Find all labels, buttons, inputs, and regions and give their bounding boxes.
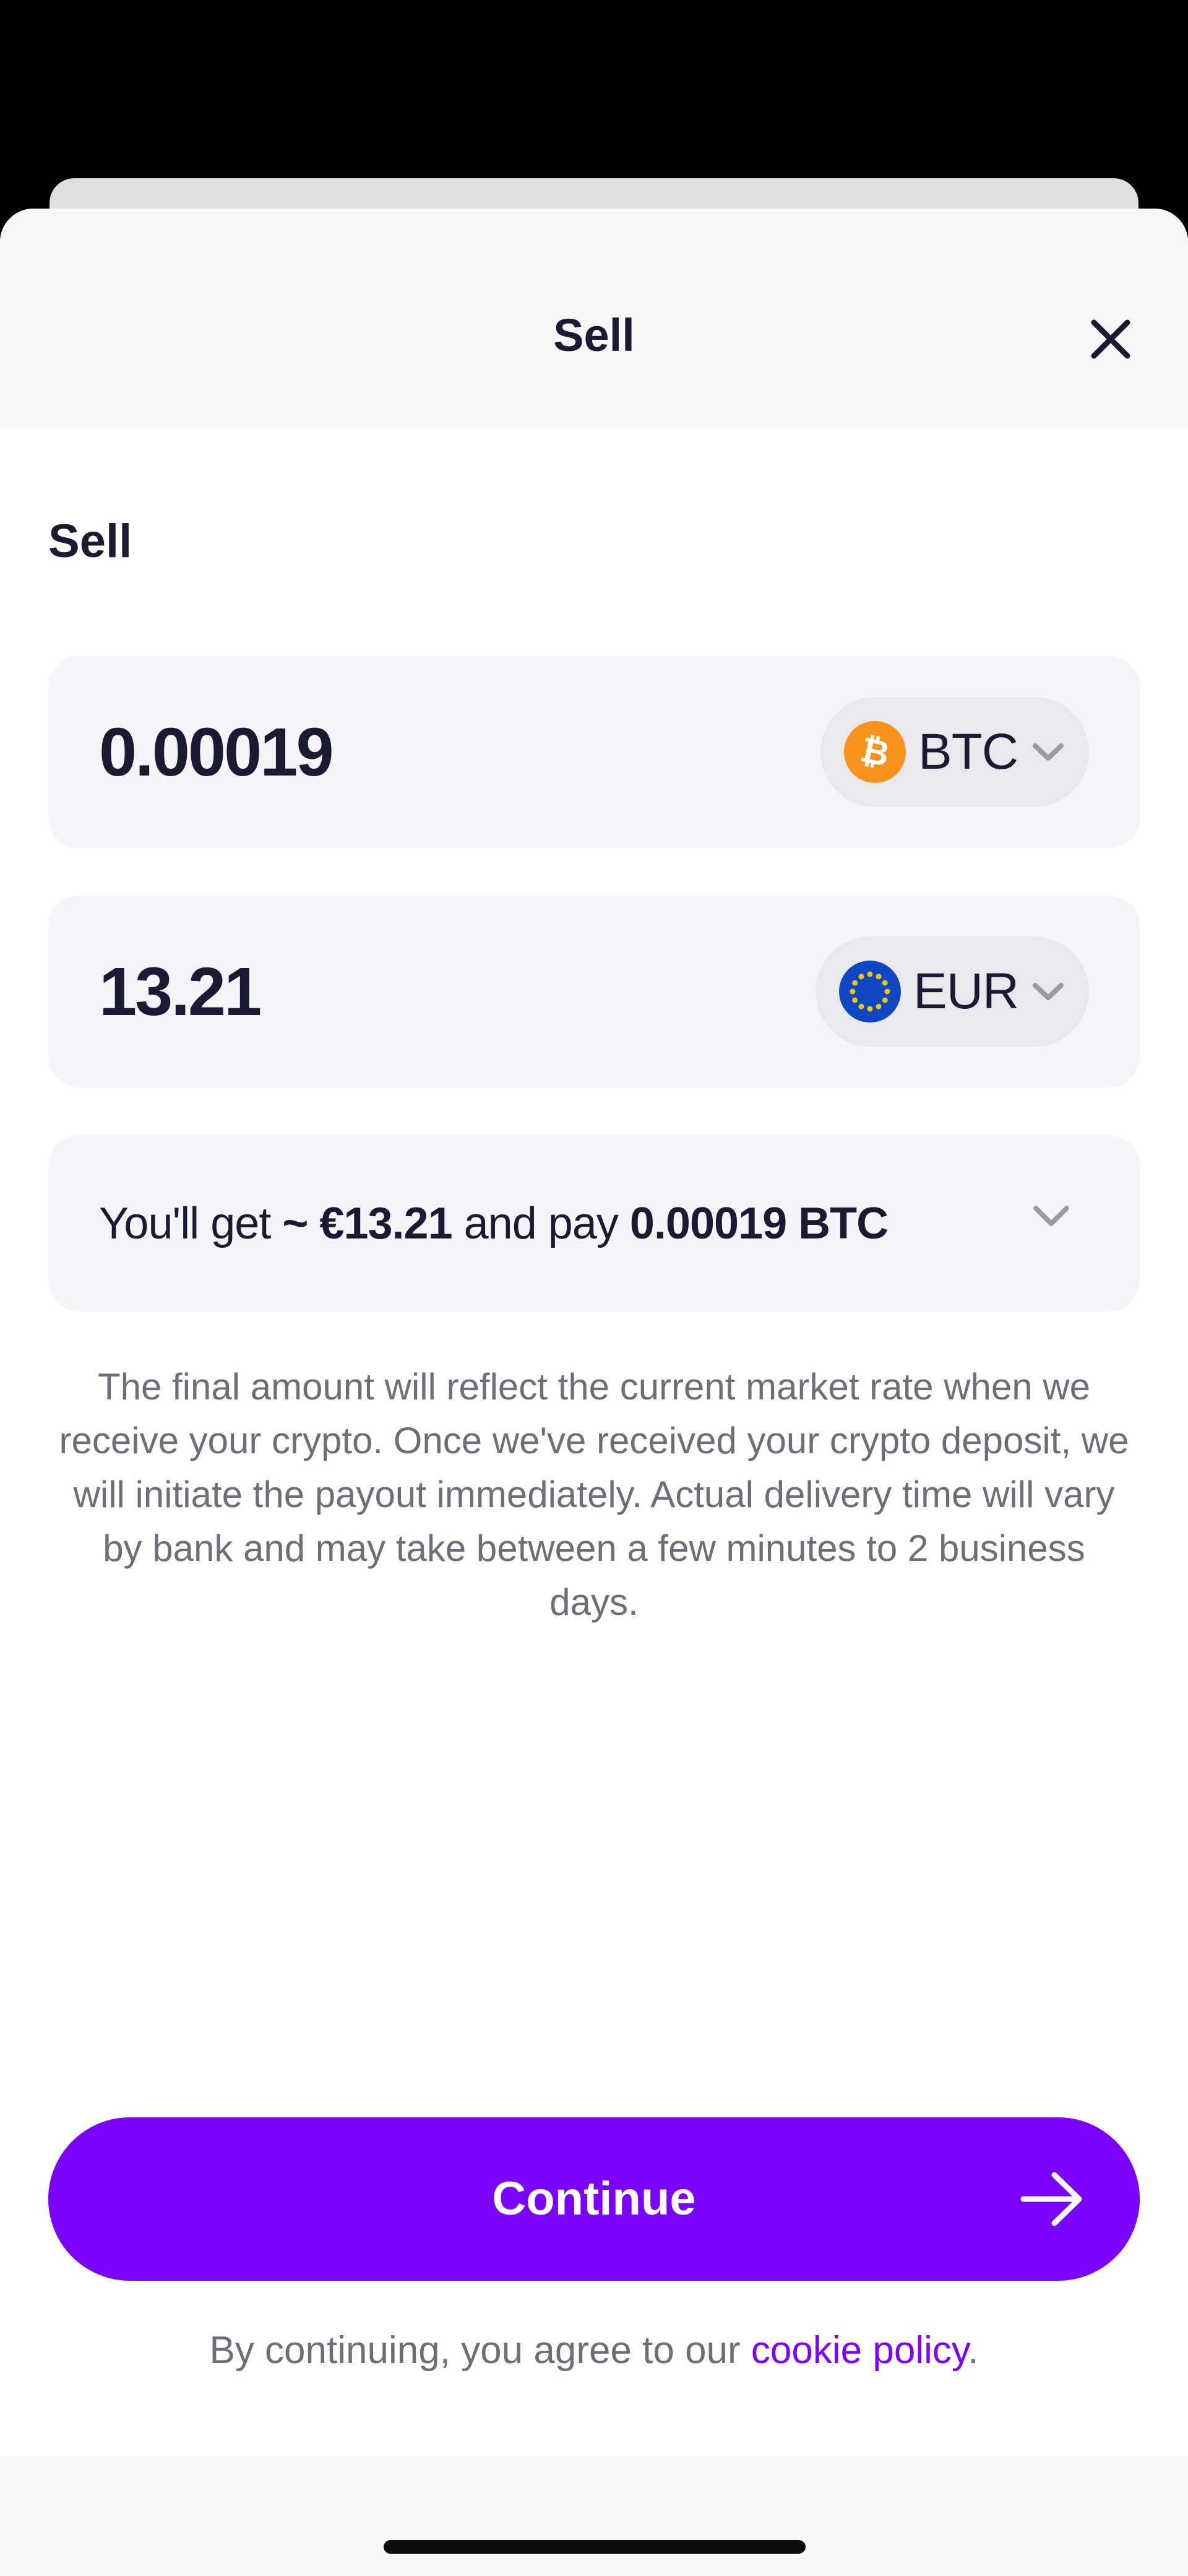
chevron-down-icon [1032,982,1064,1001]
arrow-right-icon [1020,2170,1084,2228]
summary-middle: and pay [452,1198,630,1248]
bitcoin-icon: ₿ [844,721,906,783]
crypto-currency-selector[interactable]: ₿ BTC [820,697,1089,807]
crypto-amount-input[interactable] [99,656,780,848]
fee-summary-text: You'll get ~ €13.21 and pay 0.00019 BTC [99,1135,889,1312]
fiat-amount-field: EUR [48,896,1140,1087]
fiat-amount-input[interactable] [99,896,780,1087]
chevron-down-icon [1032,743,1064,761]
legal-prefix: By continuing, you agree to our [209,2329,751,2372]
bottom-safe-area [0,2457,1188,2576]
payout-disclaimer: The final amount will reflect the curren… [59,1366,1129,1623]
continue-label: Continue [492,2172,696,2225]
svg-text:₿: ₿ [857,730,893,774]
sheet-title: Sell [553,309,635,361]
sell-bottom-sheet: Sell Sell ₿ BTC [0,209,1188,2576]
eu-flag-icon [839,961,901,1022]
fee-summary-toggle[interactable]: You'll get ~ €13.21 and pay 0.00019 BTC [48,1135,1140,1312]
summary-pay-amount: 0.00019 BTC [629,1198,889,1248]
crypto-currency-code: BTC [918,724,1018,780]
section-label: Sell [48,515,132,568]
summary-prefix: You'll get [99,1198,283,1248]
summary-receive-amount: ~ €13.21 [282,1198,452,1248]
sheet-header: Sell [0,209,1188,427]
fiat-currency-selector[interactable]: EUR [816,936,1089,1047]
fiat-currency-code: EUR [913,963,1019,1019]
continue-button[interactable]: Continue [48,2117,1140,2281]
home-indicator [384,2540,806,2554]
close-icon [1091,319,1130,359]
chevron-down-icon [1032,1204,1070,1228]
cookie-policy-link[interactable]: cookie policy [751,2329,968,2372]
legal-notice: By continuing, you agree to our cookie p… [0,2332,1188,2370]
crypto-amount-field: ₿ BTC [48,656,1140,848]
close-button[interactable] [1070,299,1151,379]
legal-suffix: . [968,2329,979,2372]
